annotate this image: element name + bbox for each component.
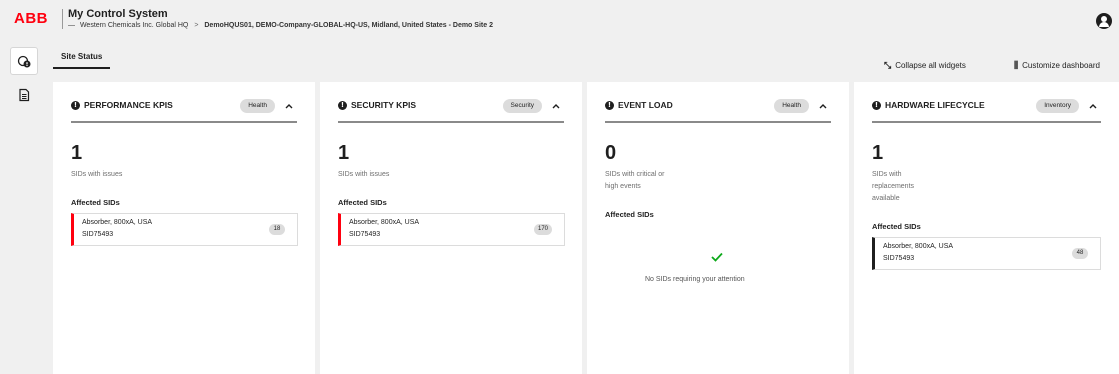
widget-tag: Health [774, 99, 809, 113]
tabs-row: Site Status ⤡ Collapse all widgets ⫼ Cus… [48, 44, 1119, 74]
info-icon[interactable]: ! [605, 101, 614, 110]
widget-count: 1 [872, 142, 884, 164]
tab-site-status[interactable]: Site Status [53, 52, 111, 69]
collapse-all-button[interactable]: ⤡ Collapse all widgets [884, 60, 966, 71]
widget-subtext-line: SIDs with critical or [605, 171, 665, 178]
widget-subtext: SIDs with issues [338, 169, 389, 181]
sid-list-item[interactable]: Absorber, 800xA, USA SID75493 48 [872, 237, 1101, 270]
sid-count-badge: 48 [1072, 248, 1088, 259]
widget-header: ! PERFORMANCE KPIS Health [71, 99, 297, 123]
widget-tag: Inventory [1036, 99, 1079, 113]
info-icon[interactable]: ! [338, 101, 347, 110]
widget-title: PERFORMANCE KPIS [84, 100, 173, 110]
empty-state-message: No SIDs requiring your attention [645, 276, 745, 283]
widget-subtext-line: SIDs with issues [71, 171, 123, 178]
widget-hardware-lifecycle: ! HARDWARE LIFECYCLE Inventory 1 SIDs wi… [854, 82, 1119, 374]
widget-subtext-line: available [872, 195, 900, 202]
affected-sids-label: Affected SIDs [71, 198, 120, 207]
affected-sids-label: Affected SIDs [605, 210, 654, 219]
collapse-all-label: Collapse all widgets [895, 61, 966, 70]
info-icon[interactable]: ! [872, 101, 881, 110]
sid-name: Absorber, 800xA, USA [349, 219, 420, 226]
widget-count: 1 [71, 142, 83, 164]
sidebar [0, 40, 48, 374]
widget-subtext: SIDs with issues [71, 169, 122, 181]
sid-id: SID75493 [349, 231, 381, 238]
sid-id: SID75493 [82, 231, 114, 238]
widget-title: SECURITY KPIS [351, 100, 417, 110]
app-title: My Control System [68, 8, 168, 20]
sid-count-badge: 170 [533, 224, 552, 235]
widget-tag: Security [502, 99, 542, 113]
chevron-up-icon[interactable] [818, 101, 828, 111]
widget-security-kpis: ! SECURITY KPIS Security 1 SIDs with iss… [320, 82, 582, 374]
widget-subtext-line: SIDs with issues [338, 171, 390, 178]
chevron-up-icon[interactable] [284, 101, 294, 111]
sid-name: Absorber, 800xA, USA [82, 219, 153, 226]
breadcrumb-org[interactable]: Western Chemicals Inc. Global HQ [80, 22, 188, 29]
widget-subtext-line: high events [605, 183, 641, 190]
sid-list-item[interactable]: Absorber, 800xA, USA SID75493 18 [71, 213, 298, 246]
widget-title: EVENT LOAD [618, 100, 673, 110]
affected-sids-label: Affected SIDs [872, 222, 921, 231]
widget-header: ! HARDWARE LIFECYCLE Inventory [872, 99, 1101, 123]
sid-name: Absorber, 800xA, USA [883, 243, 954, 250]
site-status-icon [17, 55, 31, 68]
affected-sids-label: Affected SIDs [338, 198, 387, 207]
chevron-up-icon[interactable] [551, 101, 561, 111]
chevron-up-icon[interactable] [1088, 101, 1098, 111]
breadcrumb-separator: > [194, 22, 199, 29]
abb-logo[interactable]: ABB [14, 10, 48, 27]
widget-subtext-line: replacements [872, 183, 915, 190]
widget-header: ! EVENT LOAD Health [605, 99, 831, 123]
sid-count-badge: 18 [269, 224, 285, 235]
collapse-icon: ⤡ [884, 60, 892, 70]
breadcrumb-dash: — [68, 22, 75, 29]
title-divider [62, 9, 63, 29]
widget-header: ! SECURITY KPIS Security [338, 99, 564, 123]
widget-tag: Health [240, 99, 275, 113]
sid-list-item[interactable]: Absorber, 800xA, USA SID75493 170 [338, 213, 565, 246]
info-icon[interactable]: ! [71, 101, 80, 110]
sidebar-item-documents[interactable] [10, 81, 38, 109]
sidebar-item-site-status[interactable] [10, 47, 38, 75]
customize-dashboard-label: Customize dashboard [1022, 61, 1100, 70]
widget-performance-kpis: ! PERFORMANCE KPIS Health 1 SIDs with is… [53, 82, 315, 374]
widget-title: HARDWARE LIFECYCLE [885, 100, 985, 110]
columns-icon: ⫼ [1014, 60, 1019, 70]
customize-dashboard-button[interactable]: ⫼ Customize dashboard [1014, 60, 1100, 71]
widget-subtext: SIDs with replacements available [872, 169, 914, 205]
breadcrumb: — Western Chemicals Inc. Global HQ > Dem… [68, 22, 493, 29]
widget-count: 1 [338, 142, 350, 164]
document-icon [19, 88, 30, 102]
breadcrumb-site[interactable]: DemoHQUS01, DEMO-Company-GLOBAL-HQ-US, M… [204, 22, 493, 29]
widget-event-load: ! EVENT LOAD Health 0 SIDs with critical… [587, 82, 849, 374]
sid-id: SID75493 [883, 255, 915, 262]
widget-count: 0 [605, 142, 617, 164]
widget-subtext-line: SIDs with [872, 171, 902, 178]
top-bar: ABB My Control System — Western Chemical… [0, 0, 1119, 36]
user-avatar-icon[interactable] [1096, 13, 1112, 29]
widget-subtext: SIDs with critical or high events [605, 169, 665, 193]
checkmark-icon [711, 252, 723, 262]
